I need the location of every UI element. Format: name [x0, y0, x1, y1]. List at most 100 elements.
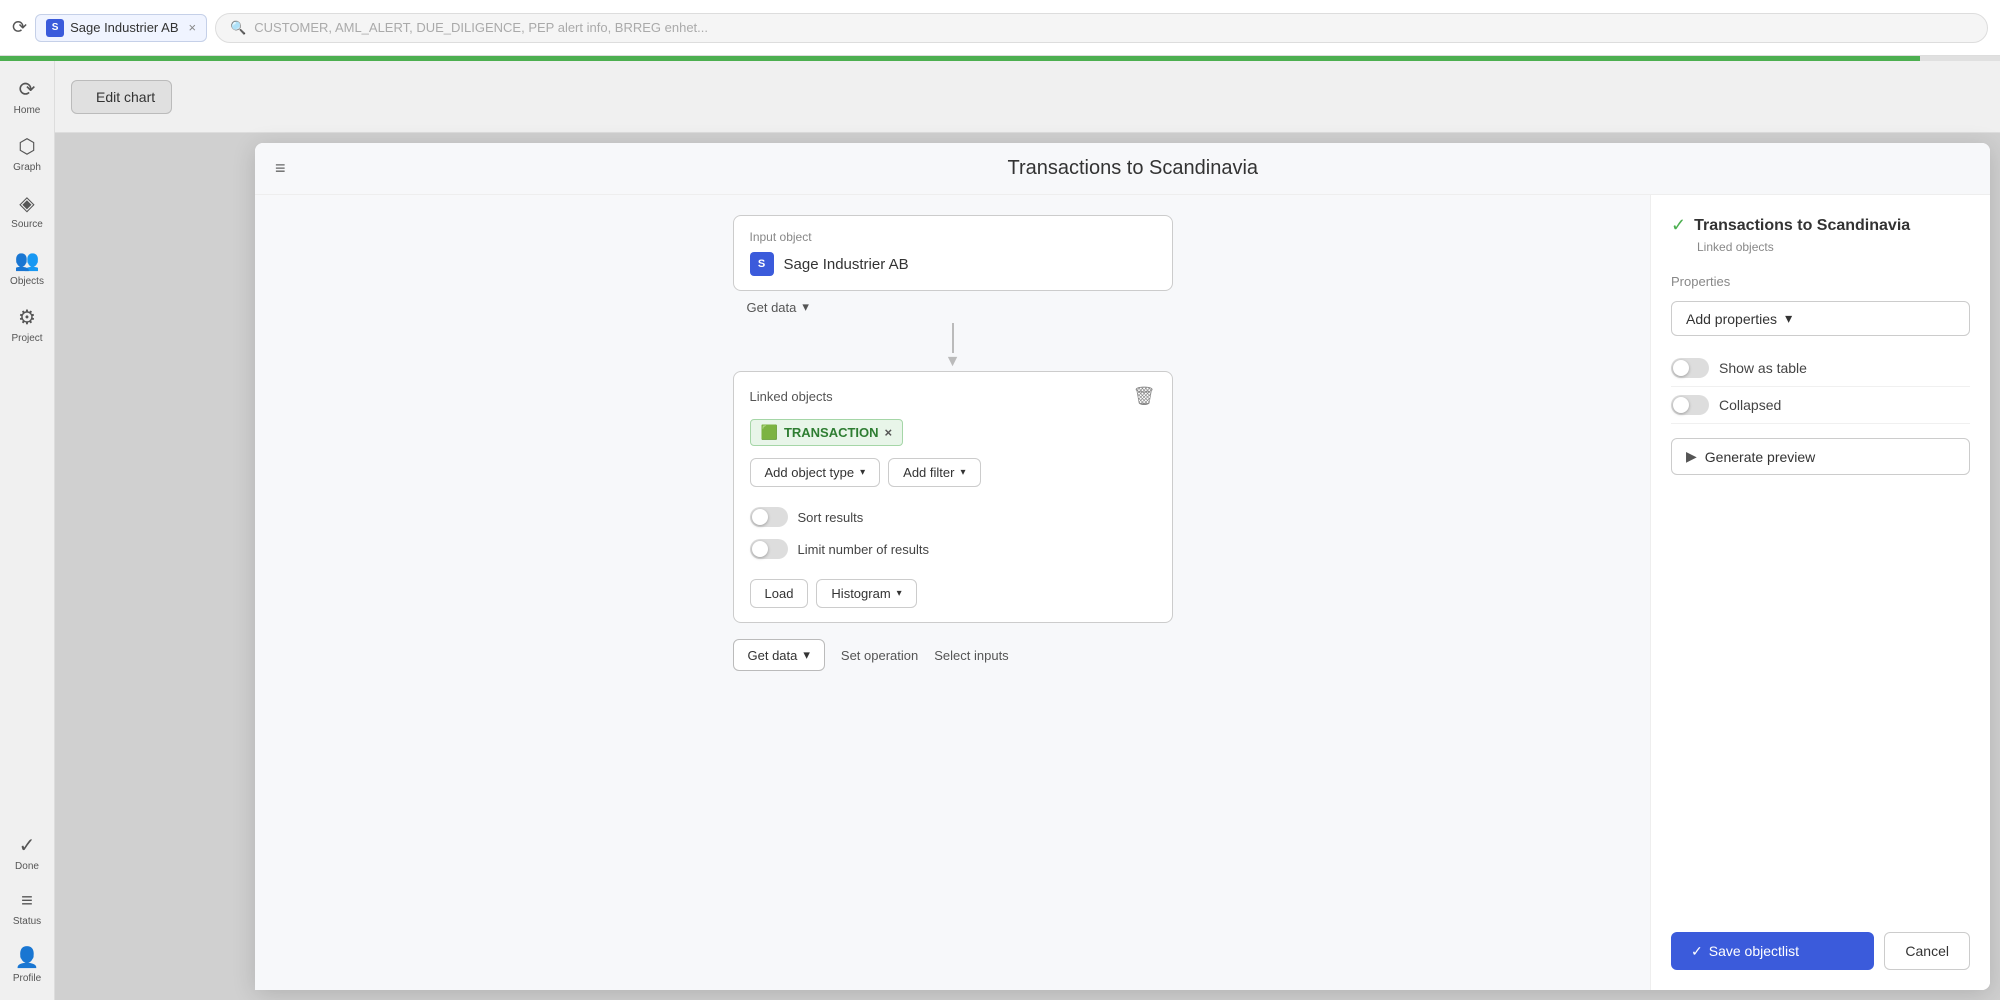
get-data-2-label: Get data: [748, 648, 798, 663]
search-bar[interactable]: 🔍 CUSTOMER, AML_ALERT, DUE_DILIGENCE, PE…: [215, 13, 1988, 43]
panel-actions: ✓ Save objectlist Cancel: [1671, 932, 1970, 970]
connector-arrow-icon: ▼: [945, 353, 961, 371]
search-placeholder: CUSTOMER, AML_ALERT, DUE_DILIGENCE, PEP …: [254, 20, 708, 35]
done-icon: ✓: [19, 833, 36, 858]
linked-objects-node: Linked objects 🗑 🟩 TRANSACTION × Add obj…: [733, 371, 1173, 623]
panel-subtitle: Linked objects: [1697, 240, 1970, 254]
edit-chart-button[interactable]: Edit chart: [71, 80, 172, 114]
histogram-arrow-icon: ▾: [897, 588, 902, 599]
right-panel-header: ✓ Transactions to Scandinavia Linked obj…: [1671, 215, 1970, 254]
edit-chart-label: Edit chart: [96, 89, 155, 105]
progress-bar: [0, 56, 2000, 61]
save-objectlist-button[interactable]: ✓ Save objectlist: [1671, 932, 1874, 970]
get-data-button[interactable]: Get data ▾: [743, 291, 813, 323]
cancel-button[interactable]: Cancel: [1884, 932, 1970, 970]
sidebar-item-done[interactable]: ✓ Done: [1, 825, 53, 880]
transaction-tag-close-icon[interactable]: ×: [885, 425, 893, 440]
load-button[interactable]: Load: [750, 579, 809, 608]
delete-icon[interactable]: 🗑: [1133, 386, 1156, 407]
modal-body: Input object S Sage Industrier AB Get da…: [255, 195, 1990, 990]
limit-results-toggle-row: Limit number of results: [750, 533, 1156, 565]
edit-chart-bar: Edit chart: [55, 61, 2000, 133]
sidebar-label-home: Home: [14, 105, 41, 116]
sidebar-label-projects: Project: [11, 333, 42, 344]
sort-results-toggle[interactable]: [750, 507, 788, 527]
panel-title: Transactions to Scandinavia: [1694, 217, 1910, 235]
tab-close-icon[interactable]: ×: [189, 20, 197, 35]
properties-label: Properties: [1671, 274, 1970, 289]
connector-line: [952, 323, 954, 353]
add-properties-button[interactable]: Add properties ▾: [1671, 301, 1970, 336]
show-as-table-row: Show as table: [1671, 350, 1970, 387]
collapsed-knob: [1673, 397, 1689, 413]
active-tab[interactable]: S Sage Industrier AB ×: [35, 14, 207, 42]
select-inputs-label: Select inputs: [934, 648, 1008, 663]
show-as-table-toggle[interactable]: [1671, 358, 1709, 378]
top-bar: ⟳ S Sage Industrier AB × 🔍 CUSTOMER, AML…: [0, 0, 2000, 56]
home-icon: ⟳: [19, 77, 36, 102]
sidebar-item-graph[interactable]: ⬡ Graph: [1, 126, 53, 181]
add-properties-label: Add properties: [1686, 311, 1777, 327]
bottom-actions: Get data ▾ Set operation Select inputs: [733, 639, 1173, 671]
sidebar-label-objects: Objects: [10, 276, 44, 287]
transaction-tag: 🟩 TRANSACTION ×: [750, 419, 904, 446]
sort-results-toggle-knob: [752, 509, 768, 525]
histogram-button[interactable]: Histogram ▾: [816, 579, 916, 608]
projects-icon: ⚙: [18, 305, 36, 330]
limit-results-toggle-knob: [752, 541, 768, 557]
sidebar-label-done: Done: [15, 861, 39, 872]
main-content: Edit chart ≡ Transactions to Scandinavia…: [55, 61, 2000, 1000]
sidebar-label-status: Status: [13, 916, 41, 927]
modal-menu-icon[interactable]: ≡: [275, 158, 286, 179]
linked-header: Linked objects 🗑: [750, 386, 1156, 407]
get-data-label: Get data: [747, 300, 797, 315]
profile-icon: 👤: [15, 945, 40, 970]
select-inputs-button[interactable]: Select inputs: [934, 648, 1008, 663]
load-label: Load: [765, 586, 794, 601]
input-object-node: Input object S Sage Industrier AB: [733, 215, 1173, 291]
add-object-type-button[interactable]: Add object type ▾: [750, 458, 881, 487]
status-icon: ≡: [21, 890, 33, 913]
sidebar-item-source[interactable]: ◈ Source: [1, 183, 53, 238]
node-item: S Sage Industrier AB: [750, 252, 1156, 276]
graph-icon: ⬡: [18, 134, 35, 159]
sort-results-label: Sort results: [798, 510, 864, 525]
get-data-2-button[interactable]: Get data ▾: [733, 639, 825, 671]
sidebar-item-objects[interactable]: 👥 Objects: [1, 240, 53, 295]
cancel-label: Cancel: [1905, 943, 1949, 959]
sidebar-item-status[interactable]: ≡ Status: [1, 882, 53, 935]
transaction-tag-icon: 🟩: [761, 424, 778, 441]
add-properties-arrow-icon: ▾: [1785, 310, 1792, 327]
set-operation-button[interactable]: Set operation: [841, 648, 918, 663]
sidebar-label-profile: Profile: [13, 973, 41, 984]
objects-icon: 👥: [15, 248, 40, 273]
tab-icon: S: [46, 19, 64, 37]
sidebar-item-home[interactable]: ⟳ Home: [1, 69, 53, 124]
set-operation-label: Set operation: [841, 648, 918, 663]
sort-results-toggle-row: Sort results: [750, 501, 1156, 533]
panel-title-row: ✓ Transactions to Scandinavia: [1671, 215, 1970, 236]
sidebar-item-projects[interactable]: ⚙ Project: [1, 297, 53, 352]
save-label: Save objectlist: [1709, 943, 1799, 959]
add-filter-label: Add filter: [903, 465, 954, 480]
collapsed-toggle[interactable]: [1671, 395, 1709, 415]
add-filter-arrow-icon: ▾: [960, 467, 965, 478]
limit-results-label: Limit number of results: [798, 542, 930, 557]
canvas-area: Input object S Sage Industrier AB Get da…: [255, 195, 1650, 990]
histogram-label: Histogram: [831, 586, 890, 601]
refresh-icon[interactable]: ⟳: [12, 17, 27, 38]
get-data-2-arrow-icon: ▾: [803, 647, 810, 663]
node-item-name: Sage Industrier AB: [784, 256, 909, 273]
sidebar-label-graph: Graph: [13, 162, 41, 173]
sidebar-item-profile[interactable]: 👤 Profile: [1, 937, 53, 992]
sidebar: ⟳ Home ⬡ Graph ◈ Source 👥 Objects ⚙ Proj…: [0, 61, 55, 1000]
modal-overlay: ≡ Transactions to Scandinavia Input obje…: [55, 133, 2000, 1000]
transaction-tag-label: TRANSACTION: [784, 425, 879, 440]
tab-title: Sage Industrier AB: [70, 20, 178, 35]
generate-preview-button[interactable]: ▶ Generate preview: [1671, 438, 1970, 475]
action-buttons-row: Add object type ▾ Add filter ▾: [750, 458, 1156, 487]
progress-fill: [0, 56, 1920, 61]
limit-results-toggle[interactable]: [750, 539, 788, 559]
add-filter-button[interactable]: Add filter ▾: [888, 458, 980, 487]
collapsed-row: Collapsed: [1671, 387, 1970, 424]
